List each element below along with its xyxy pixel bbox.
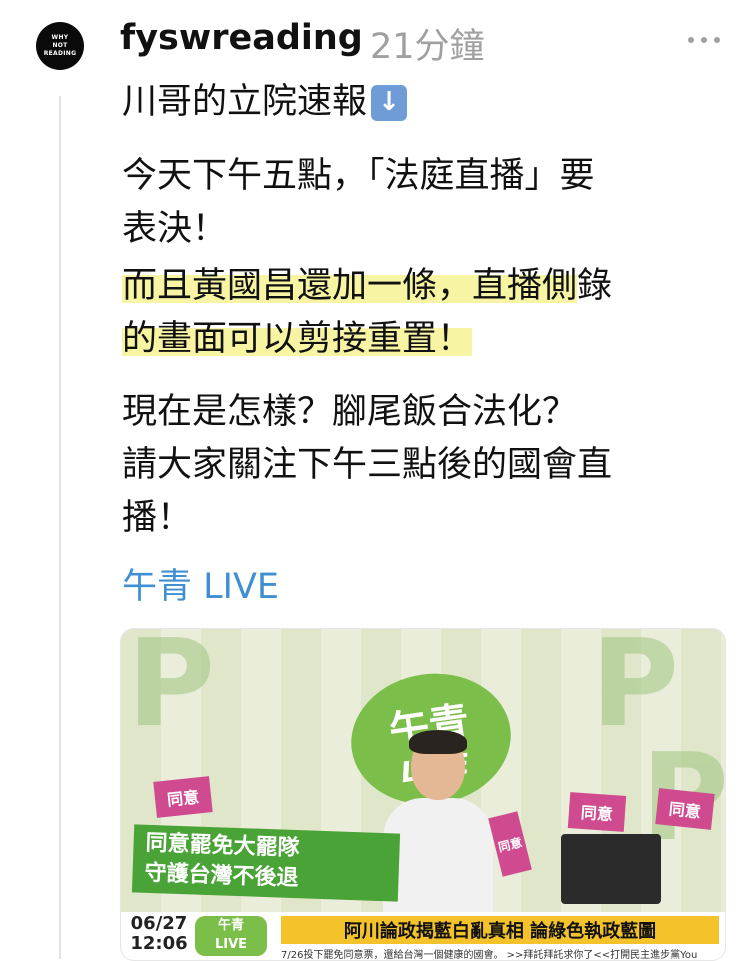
- highlighted-text-1: 而且黃國昌還加一條，直播側: [122, 266, 578, 306]
- highlighted-text-2: 的畫面可以剪接重置！: [122, 319, 473, 359]
- avatar[interactable]: WHY NOT READING: [36, 22, 84, 70]
- campaign-banner: 同意罷免大罷隊 守護台灣不後退: [131, 824, 401, 902]
- post-title-text: 川哥的立院速報: [122, 82, 368, 122]
- post-paragraph-3: 現在是怎樣？腳尾飯合法化？ 請大家關注下午三點後的國會直 播！: [122, 392, 613, 538]
- post-paragraph-2: 而且黃國昌還加一條，直播側錄 的畫面可以剪接重置！: [122, 260, 612, 366]
- username[interactable]: fyswreading: [120, 18, 363, 58]
- live-link[interactable]: 午青 LIVE: [122, 558, 279, 609]
- down-arrow-icon: ↓: [371, 84, 408, 121]
- timestamp: 21分鐘: [370, 27, 485, 67]
- agree-flag: 同意: [567, 792, 627, 832]
- agree-flag: 同意: [153, 776, 213, 818]
- lower-third: 06/27 12:06 午青 LIVE 阿川論政揭藍白亂真相 論綠色執政藍圖 7…: [121, 912, 725, 960]
- more-options-icon[interactable]: [688, 34, 720, 46]
- post-title: 川哥的立院速報 ↓: [122, 76, 408, 129]
- headline-bar: 阿川論政揭藍白亂真相 論綠色執政藍圖: [281, 916, 719, 944]
- post-paragraph-2-tail: 錄: [577, 266, 613, 306]
- broadcast-time: 06/27 12:06: [127, 914, 191, 958]
- live-badge: 午青 LIVE: [195, 916, 267, 956]
- broadcast-date: 06/27: [130, 913, 188, 934]
- agree-flag: 同意: [655, 788, 715, 830]
- host-person: [383, 730, 493, 912]
- thread-line: [59, 96, 61, 959]
- broadcast-clock: 12:06: [130, 933, 188, 954]
- post-paragraph-1: 今天下午五點，「法庭直播」要 表決！: [122, 156, 595, 249]
- video-thumbnail-card[interactable]: P P P 午青 LIVE 同意 同意 同意 同意 同意罷免大罷隊 守護台灣不後…: [120, 628, 726, 961]
- laptop: [561, 834, 661, 904]
- background-pattern: P: [127, 628, 215, 754]
- news-ticker: 7/26投下罷免同意票，還給台灣一個健康的國會。 >>拜託拜託求你了<<打開民主…: [281, 950, 698, 960]
- avatar-logo-text: WHY NOT READING: [43, 34, 77, 57]
